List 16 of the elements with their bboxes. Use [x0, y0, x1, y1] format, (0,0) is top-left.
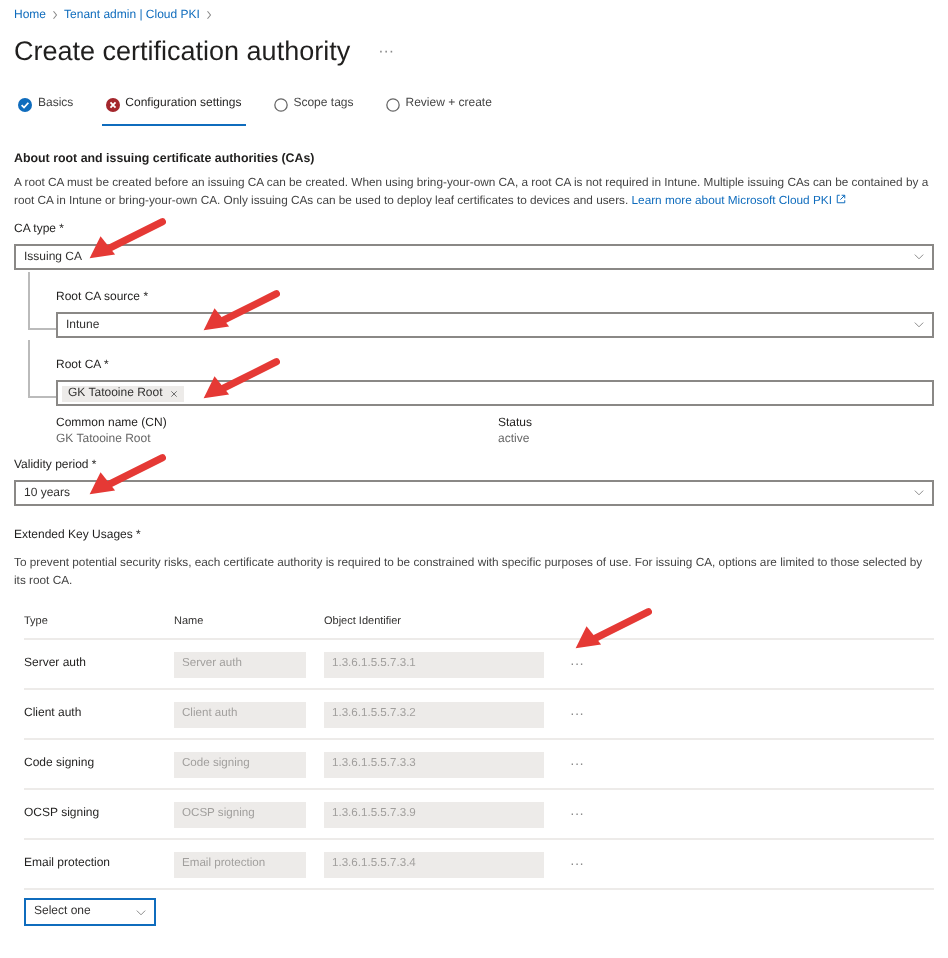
external-link-icon — [835, 193, 846, 203]
page-title: Create certification authority — [14, 35, 351, 65]
tree-connector — [28, 272, 56, 330]
error-circle-icon — [105, 98, 120, 112]
tree-connector — [28, 340, 56, 398]
chevron-down-icon — [914, 322, 924, 328]
empty-circle-icon — [273, 98, 288, 112]
chevron-down-icon — [914, 254, 924, 260]
chevron-icon — [52, 10, 59, 20]
empty-circle-icon — [385, 98, 400, 112]
chevron-icon — [205, 10, 212, 20]
chevron-down-icon — [914, 490, 924, 496]
remove-icon[interactable] — [170, 389, 179, 397]
check-circle-icon — [18, 98, 32, 112]
chevron-down-icon — [136, 909, 146, 915]
more-button[interactable]: ··· — [378, 41, 395, 59]
